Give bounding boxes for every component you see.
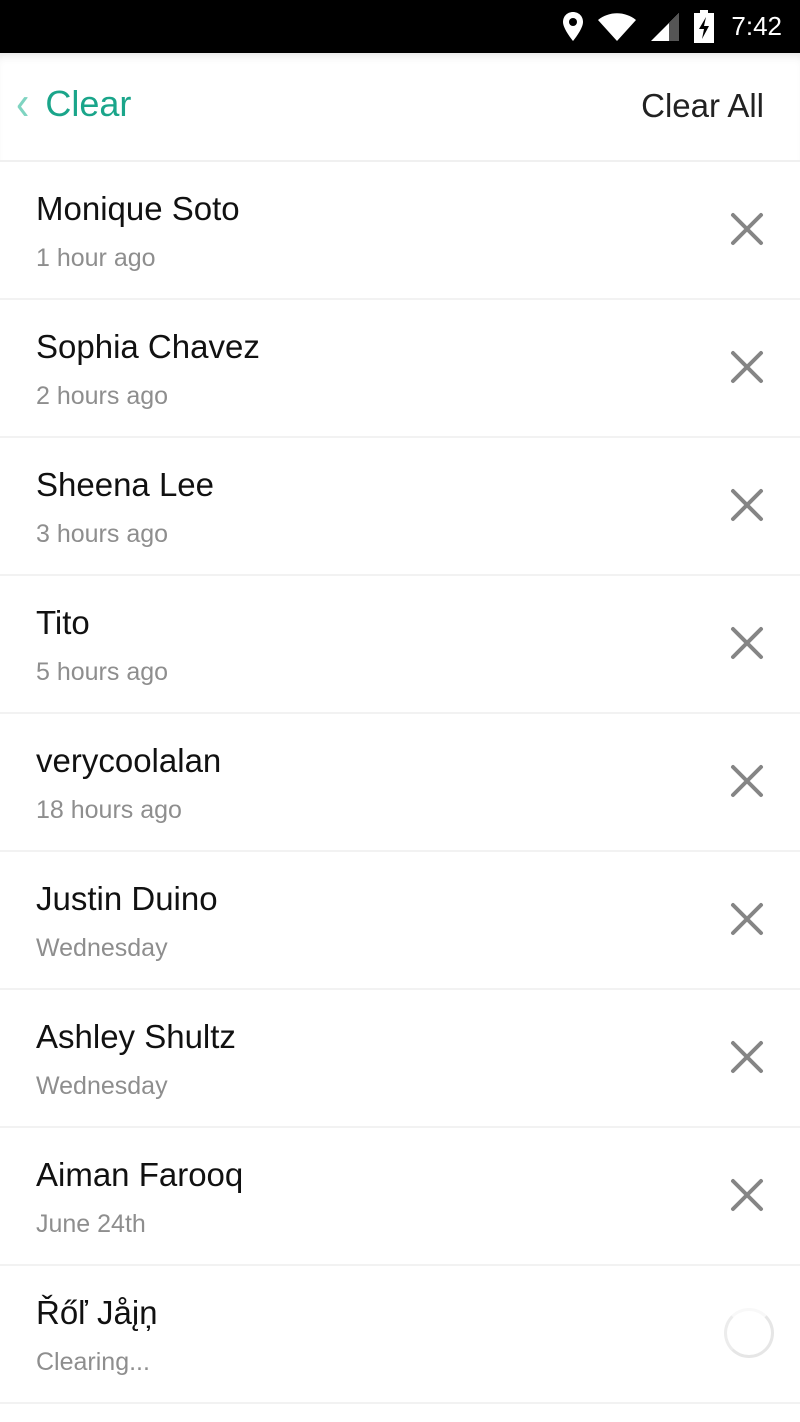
wifi-icon bbox=[598, 12, 637, 41]
list-item: Tito 5 hours ago bbox=[0, 576, 800, 714]
timestamp: 5 hours ago bbox=[36, 658, 169, 686]
header: ‹ Clear Clear All bbox=[0, 53, 800, 162]
list-item: Ashley Shultz Wednesday bbox=[0, 990, 800, 1128]
contact-name: Tito bbox=[36, 604, 90, 641]
close-icon[interactable] bbox=[730, 488, 764, 522]
timestamp: 18 hours ago bbox=[36, 796, 182, 824]
list-item: Aiman Farooq June 24th bbox=[0, 1128, 800, 1266]
timestamp: June 24th bbox=[36, 1210, 146, 1238]
contact-name: Aiman Farooq bbox=[36, 1156, 244, 1193]
contact-name: Ashley Shultz bbox=[36, 1018, 236, 1055]
list-item: Monique Soto 1 hour ago bbox=[0, 162, 800, 300]
timestamp: Wednesday bbox=[36, 934, 168, 962]
contact-name: Sophia Chavez bbox=[36, 328, 260, 365]
close-icon[interactable] bbox=[730, 626, 764, 660]
close-icon[interactable] bbox=[730, 902, 764, 936]
list-item: Justin Duino Wednesday bbox=[0, 852, 800, 990]
back-label: Clear bbox=[45, 83, 132, 124]
list-item: verycoolalan 18 hours ago bbox=[0, 714, 800, 852]
list-item: Sophia Chavez 2 hours ago bbox=[0, 300, 800, 438]
contact-name: Řőľ Jåįņ bbox=[36, 1294, 158, 1331]
clock: 7:42 bbox=[731, 11, 782, 41]
timestamp: Clearing... bbox=[36, 1348, 150, 1376]
conversation-list: Monique Soto 1 hour ago Sophia Chavez 2 hou… bbox=[0, 162, 800, 1404]
location-icon bbox=[563, 11, 584, 41]
close-icon[interactable] bbox=[730, 212, 764, 246]
timestamp: 3 hours ago bbox=[36, 520, 169, 548]
close-icon[interactable] bbox=[730, 764, 764, 798]
list-item: Sheena Lee 3 hours ago bbox=[0, 438, 800, 576]
back-button[interactable]: ‹ Clear bbox=[16, 77, 132, 131]
signal-icon bbox=[651, 12, 680, 41]
clear-all-button[interactable]: Clear All bbox=[641, 87, 764, 125]
contact-name: Monique Soto bbox=[36, 190, 240, 227]
contact-name: Justin Duino bbox=[36, 880, 218, 917]
chevron-left-icon: ‹ bbox=[16, 77, 30, 131]
loading-spinner-icon bbox=[724, 1308, 774, 1358]
timestamp: 1 hour ago bbox=[36, 244, 156, 272]
timestamp: Wednesday bbox=[36, 1072, 168, 1100]
battery-charging-icon bbox=[694, 9, 715, 43]
close-icon[interactable] bbox=[730, 350, 764, 384]
contact-name: Sheena Lee bbox=[36, 466, 215, 503]
status-bar: 7:42 bbox=[0, 0, 800, 53]
close-icon[interactable] bbox=[730, 1040, 764, 1074]
timestamp: 2 hours ago bbox=[36, 382, 169, 410]
list-item: Řőľ Jåįņ Clearing... bbox=[0, 1266, 800, 1404]
close-icon[interactable] bbox=[730, 1178, 764, 1212]
contact-name: verycoolalan bbox=[36, 742, 222, 779]
